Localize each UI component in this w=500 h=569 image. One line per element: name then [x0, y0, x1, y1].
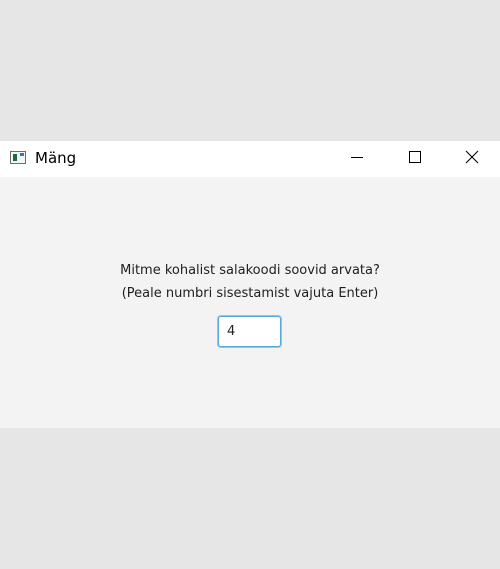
- minimize-button[interactable]: [334, 141, 380, 173]
- app-icon: [10, 151, 26, 164]
- dialog-content: Mitme kohalist salakoodi soovid arvata? …: [0, 177, 500, 428]
- question-label: Mitme kohalist salakoodi soovid arvata?: [120, 263, 380, 278]
- maximize-button[interactable]: [392, 141, 438, 173]
- app-window: Mäng Mitme kohalist salakoodi soovid arv…: [0, 141, 500, 428]
- close-button[interactable]: [449, 141, 495, 173]
- minimize-icon: [351, 157, 363, 158]
- instruction-label: (Peale numbri sisestamist vajuta Enter): [121, 286, 379, 301]
- title-bar[interactable]: Mäng: [0, 141, 500, 177]
- digit-count-input[interactable]: [218, 316, 281, 347]
- maximize-icon: [409, 151, 421, 163]
- window-title: Mäng: [35, 149, 77, 167]
- close-icon: [465, 150, 479, 164]
